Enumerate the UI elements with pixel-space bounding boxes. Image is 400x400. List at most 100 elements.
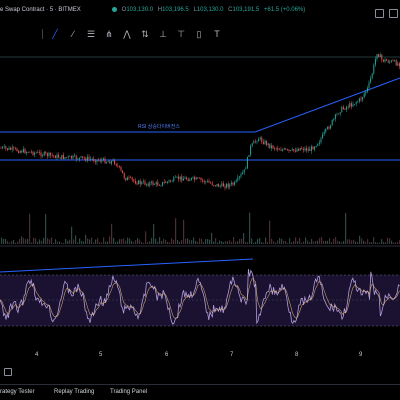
candle-body — [144, 181, 146, 185]
volume-bar — [253, 242, 255, 244]
volume-bar — [105, 241, 107, 244]
volume-bar — [299, 237, 301, 244]
volume-bar — [317, 240, 319, 244]
volume-bar — [15, 242, 17, 244]
volume-bar — [383, 241, 385, 244]
divergence-annotation[interactable]: RSI 상승다이버전스 — [138, 123, 180, 130]
volume-bar — [75, 235, 77, 244]
volume-bar — [201, 239, 203, 244]
tab-strategy-tester[interactable]: rategy Tester — [0, 389, 35, 395]
candle-body — [110, 161, 112, 164]
candle-body — [152, 181, 154, 185]
volume-bar — [371, 242, 373, 244]
volume-bar — [91, 237, 93, 244]
candle-body — [16, 148, 18, 152]
candle-body — [82, 156, 84, 158]
volume-bar — [307, 240, 309, 244]
candle-body — [34, 152, 36, 155]
volume-bar — [17, 241, 19, 244]
volume-bar — [45, 214, 47, 244]
candle-body — [43, 151, 45, 156]
candle-body — [160, 185, 162, 187]
volume-bar — [183, 219, 185, 244]
volume-bar — [273, 241, 275, 244]
candle-body — [200, 178, 202, 180]
volume-bar — [63, 242, 65, 244]
volume-bar — [357, 242, 359, 244]
candle-body — [27, 152, 29, 153]
candle-body — [240, 174, 242, 177]
volume-bar — [187, 238, 189, 244]
volume-bar — [81, 240, 83, 244]
candle-body — [253, 141, 255, 144]
volume-bar — [43, 237, 45, 244]
candle-body — [205, 181, 207, 183]
volume-bar — [221, 241, 223, 244]
candle-body — [293, 149, 295, 151]
calendar-icon[interactable] — [4, 368, 12, 376]
candle-body — [342, 106, 344, 109]
candle-body — [251, 143, 253, 146]
volume-bar — [97, 238, 99, 244]
volume-bar — [119, 239, 121, 244]
candle-body — [115, 163, 117, 166]
volume-bar — [103, 237, 105, 244]
volume-bar — [303, 241, 305, 244]
volume-bar — [241, 238, 243, 244]
candle-body — [291, 149, 293, 151]
candle-body — [174, 176, 176, 178]
candle-body — [184, 177, 186, 179]
candle-body — [187, 179, 189, 182]
volume-bar — [265, 237, 267, 244]
volume-bar — [27, 238, 29, 244]
candle-body — [230, 182, 232, 185]
volume-bar — [71, 226, 73, 244]
volume-bar — [179, 241, 181, 244]
volume-bar — [287, 242, 289, 244]
candle-body — [173, 177, 175, 182]
candle-body — [165, 181, 167, 183]
volume-bar — [157, 241, 159, 244]
volume-bar — [231, 241, 233, 244]
candle-body — [107, 161, 109, 162]
candle-body — [243, 169, 245, 173]
volume-bar — [147, 242, 149, 244]
tab-replay-trading[interactable]: Replay Trading — [54, 389, 94, 395]
volume-bar — [165, 239, 167, 244]
candle-body — [88, 156, 90, 159]
candle-body — [264, 141, 266, 144]
candle-body — [22, 149, 24, 153]
volume-bar — [153, 224, 155, 244]
candle-body — [360, 98, 362, 100]
candle-body — [242, 172, 244, 175]
volume-bar — [293, 241, 295, 244]
volume-bar — [309, 241, 311, 244]
candle-body — [5, 146, 7, 149]
tab-trading-panel[interactable]: Trading Panel — [110, 389, 147, 395]
volume-bar — [123, 238, 125, 244]
candle-body — [288, 149, 290, 151]
volume-bar — [59, 241, 61, 244]
date-label: 4 — [35, 352, 39, 358]
candle-body — [379, 54, 381, 57]
candle-body — [101, 160, 103, 162]
candle-body — [394, 60, 396, 62]
candle-body — [258, 139, 260, 142]
volume-bar — [197, 241, 199, 244]
candle-body — [125, 177, 127, 181]
candle-body — [70, 155, 72, 159]
candle-body — [106, 161, 108, 164]
volume-bar — [297, 241, 299, 244]
candle-body — [157, 182, 159, 186]
candle-body — [216, 184, 218, 186]
chart-canvas[interactable] — [0, 0, 400, 400]
candle-body — [67, 156, 69, 158]
volume-bar — [145, 231, 147, 244]
candle-body — [45, 151, 47, 154]
candle-body — [389, 61, 391, 63]
volume-bar — [111, 223, 113, 244]
volume-bar — [277, 240, 279, 244]
volume-bar — [339, 241, 341, 244]
candle-body — [171, 181, 173, 182]
candle-body — [136, 183, 138, 185]
